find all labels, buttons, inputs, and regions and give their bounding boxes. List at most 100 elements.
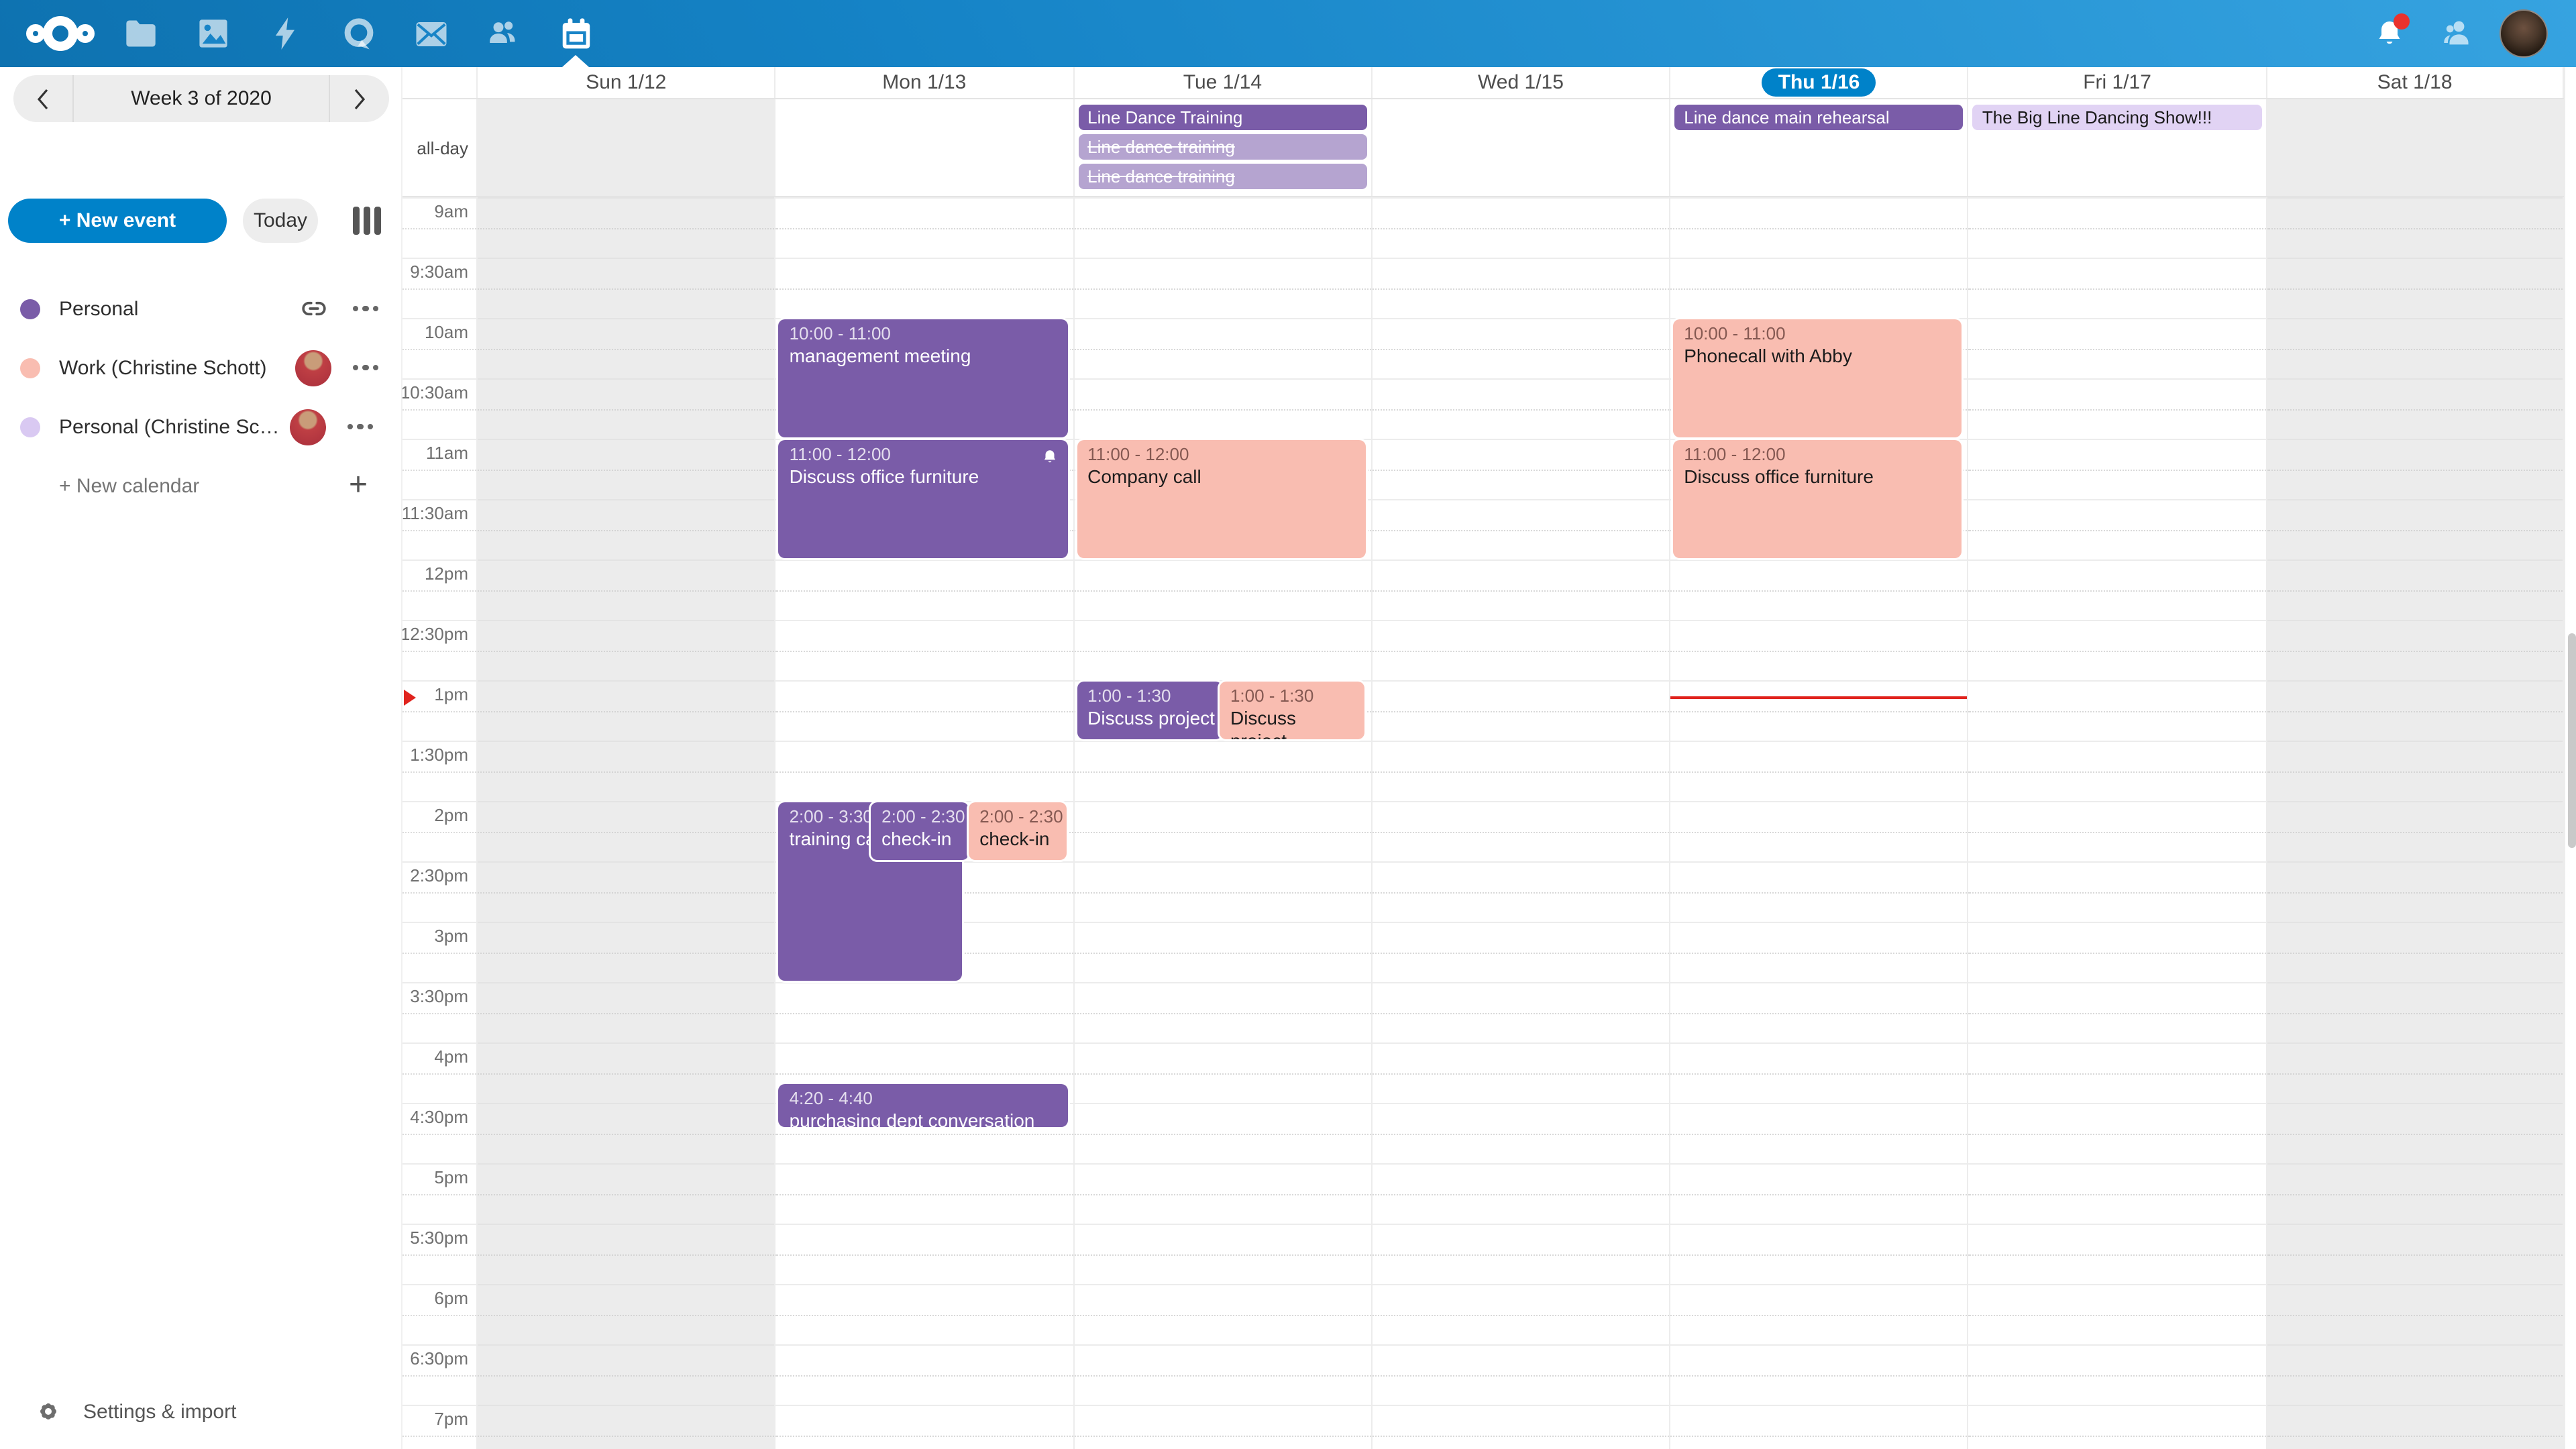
event-time: 10:00 - 11:00 <box>790 323 1057 345</box>
quarter-hour-line <box>402 953 476 954</box>
day-header[interactable]: Sat 1/18 <box>2265 67 2564 98</box>
calendar-event[interactable]: 2:00 - 2:30check-in <box>871 802 969 860</box>
day-column[interactable]: 11:00 - 12:00Company call1:00 - 1:30Disc… <box>1073 197 1371 1449</box>
today-button[interactable]: Today <box>243 199 318 243</box>
navbar-app-menu <box>0 0 612 67</box>
day-header[interactable]: Wed 1/15 <box>1371 67 1670 98</box>
contacts-icon[interactable] <box>467 0 539 67</box>
calendar-event[interactable]: 4:20 - 4:40purchasing dept conversation <box>779 1084 1068 1127</box>
talk-icon[interactable] <box>322 0 394 67</box>
allday-event-chip[interactable]: Line dance main rehearsal <box>1674 105 1964 130</box>
user-avatar[interactable] <box>2490 0 2557 67</box>
calendar-event[interactable]: 10:00 - 11:00management meeting <box>779 319 1068 437</box>
time-label: 2pm <box>434 806 468 825</box>
day-column[interactable] <box>476 197 775 1449</box>
activity-icon[interactable] <box>250 0 322 67</box>
allday-cell[interactable] <box>775 99 1073 196</box>
calendar-list-item-work[interactable]: Work (Christine Schott) <box>0 338 402 397</box>
time-gutter-slot: 5:30pm <box>402 1224 476 1284</box>
allday-cell[interactable]: The Big Line Dancing Show!!! <box>1968 99 2266 196</box>
quarter-hour-line <box>402 1194 476 1195</box>
quarter-hour-line <box>402 892 476 894</box>
allday-cell[interactable] <box>1371 99 1670 196</box>
quarter-hour-line <box>402 651 476 652</box>
calendar-event[interactable]: 10:00 - 11:00Phonecall with Abby <box>1673 319 1962 437</box>
day-column[interactable]: 10:00 - 11:00Phonecall with Abby11:00 - … <box>1669 197 1968 1449</box>
event-title: Discuss project announcement <box>1087 707 1212 730</box>
week-switcher: Week 3 of 2020 <box>13 75 389 122</box>
day-column[interactable] <box>1371 197 1670 1449</box>
calendar-event[interactable]: 2:00 - 2:30check-in <box>969 802 1067 860</box>
week-label[interactable]: Week 3 of 2020 <box>72 75 330 122</box>
today-pill[interactable]: Thu 1/16 <box>1762 68 1876 97</box>
day-column[interactable] <box>1968 197 2266 1449</box>
time-gutter-slot: 9am <box>402 197 476 258</box>
photos-icon[interactable] <box>177 0 250 67</box>
calendar-list: Personal Work (Christine Schott) Persona… <box>0 279 402 515</box>
new-event-button[interactable]: + New event <box>8 199 227 243</box>
allday-event-chip[interactable]: Line Dance Training <box>1078 105 1367 130</box>
more-actions-icon[interactable] <box>347 365 384 371</box>
vertical-scrollbar[interactable] <box>2564 67 2576 1449</box>
day-column[interactable] <box>2265 197 2564 1449</box>
quarter-hour-line <box>402 590 476 592</box>
allday-cell[interactable]: Line dance main rehearsal <box>1669 99 1968 196</box>
day-column[interactable]: 10:00 - 11:00management meeting11:00 - 1… <box>775 197 1073 1449</box>
time-gutter-slot: 11:30am <box>402 499 476 559</box>
time-gutter: 9am9:30am10am10:30am11am11:30am12pm12:30… <box>402 197 476 1449</box>
quarter-hour-line <box>402 409 476 411</box>
time-gutter-slot: 7pm <box>402 1405 476 1449</box>
allday-event-chip[interactable]: Line dance training <box>1078 134 1367 160</box>
quarter-hour-line <box>402 1134 476 1135</box>
calendar-event[interactable]: 11:00 - 12:00Company call <box>1077 440 1366 558</box>
previous-week-button[interactable] <box>13 75 72 122</box>
top-navbar <box>0 0 2576 67</box>
more-actions-icon[interactable] <box>347 306 384 312</box>
time-gutter-slot: 3:30pm <box>402 982 476 1042</box>
calendar-icon[interactable] <box>539 0 612 67</box>
event-time: 2:00 - 2:30 <box>979 806 1056 828</box>
allday-cell[interactable] <box>476 99 775 196</box>
allday-cell[interactable]: Line Dance Training Line dance training Li… <box>1073 99 1371 196</box>
contacts-menu-icon[interactable] <box>2423 0 2490 67</box>
settings-import-button[interactable]: Settings & import <box>0 1385 402 1438</box>
notifications-icon[interactable] <box>2356 0 2423 67</box>
event-time: 1:00 - 1:30 <box>1230 686 1354 707</box>
time-gutter-slot: 10am <box>402 318 476 378</box>
time-label: 3:30pm <box>410 987 468 1006</box>
nextcloud-logo[interactable] <box>16 13 105 54</box>
day-header[interactable]: Sun 1/12 <box>476 67 775 98</box>
calendar-list-item-personal[interactable]: Personal <box>0 279 402 338</box>
event-title: Company call <box>1087 466 1355 488</box>
quarter-hour-line <box>402 711 476 712</box>
event-time: 2:00 - 2:30 <box>881 806 958 828</box>
event-title: check-in <box>881 828 958 851</box>
new-calendar-button[interactable]: + New calendar + <box>0 456 402 515</box>
view-switcher-icon[interactable] <box>353 207 381 235</box>
event-time: 11:00 - 12:00 <box>1684 444 1951 466</box>
day-header[interactable]: Tue 1/14 <box>1073 67 1371 98</box>
day-header[interactable]: Mon 1/13 <box>775 67 1073 98</box>
day-header[interactable]: Fri 1/17 <box>1968 67 2266 98</box>
allday-event-chip[interactable]: Line dance training <box>1078 164 1367 189</box>
calendar-name: Personal <box>59 297 295 320</box>
next-week-button[interactable] <box>330 75 389 122</box>
scrollbar-thumb[interactable] <box>2567 633 2575 848</box>
calendar-event[interactable]: 1:00 - 1:30Discuss project announcement <box>1220 682 1365 739</box>
calendar-event[interactable]: 11:00 - 12:00Discuss office furniture <box>1673 440 1962 558</box>
link-icon[interactable] <box>295 295 331 322</box>
day-header[interactable]: Thu 1/16 <box>1669 67 1968 98</box>
allday-event-chip[interactable]: The Big Line Dancing Show!!! <box>1973 105 2262 130</box>
calendar-event[interactable]: 11:00 - 12:00Discuss office furniture <box>779 440 1068 558</box>
mail-icon[interactable] <box>394 0 467 67</box>
time-label: 12pm <box>425 565 468 584</box>
time-gutter-slot: 4:30pm <box>402 1103 476 1163</box>
allday-label: all-day <box>402 99 476 196</box>
calendar-list-item-personal-shared[interactable]: Personal (Christine Schott) <box>0 397 402 456</box>
more-actions-icon[interactable] <box>342 424 378 430</box>
calendar-event[interactable]: 1:00 - 1:30Discuss project announcement <box>1077 682 1222 739</box>
allday-cell[interactable] <box>2265 99 2564 196</box>
quarter-hour-line <box>402 349 476 350</box>
quarter-hour-line <box>402 1436 476 1437</box>
files-icon[interactable] <box>105 0 177 67</box>
